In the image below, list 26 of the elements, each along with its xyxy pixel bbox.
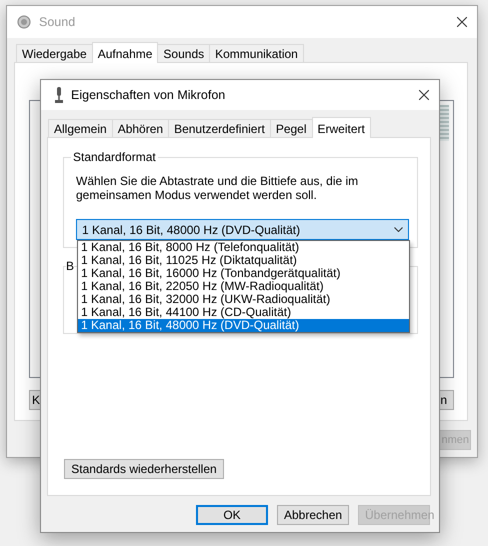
group-title: Standardformat — [71, 150, 158, 164]
button[interactable]: OK — [196, 505, 268, 525]
dropdown-option[interactable]: 1 Kanal, 16 Bit, 32000 Hz (UKW-Radioqualität) — [78, 293, 409, 306]
tab[interactable]: Erweitert — [312, 117, 371, 138]
microphone-icon — [55, 87, 63, 103]
close-icon[interactable] — [419, 90, 429, 100]
window-title: Sound — [39, 15, 76, 29]
button[interactable]: Abbrechen — [277, 505, 349, 525]
chevron-down-icon — [394, 227, 403, 232]
restore-defaults-button[interactable]: Standards wiederherstellen — [64, 459, 224, 479]
dropdown-option[interactable]: 1 Kanal, 16 Bit, 11025 Hz (Diktatqualität) — [78, 254, 409, 267]
window-title: Eigenschaften von Mikrofon — [71, 88, 226, 102]
dropdown-option[interactable]: 1 Kanal, 16 Bit, 16000 Hz (Tonbandgerätqualität) — [78, 267, 409, 280]
tab[interactable]: Allgemein — [48, 119, 113, 137]
description-text: Wählen Sie die Abtastrate und die Bittiefe aus, die im gemeinsamen Modus verwendet werden soll. — [76, 174, 360, 202]
tab[interactable]: Wiedergabe — [16, 44, 93, 62]
tab[interactable]: Pegel — [270, 119, 313, 137]
close-icon[interactable] — [457, 17, 467, 27]
dropdown-option[interactable]: 1 Kanal, 16 Bit, 44100 Hz (CD-Qualität) — [78, 306, 409, 319]
tab[interactable]: Aufnahme — [92, 42, 158, 63]
speaker-icon — [17, 15, 31, 29]
dropdown-option[interactable]: 1 Kanal, 16 Bit, 22050 Hz (MW-Radioqualität) — [78, 280, 409, 293]
tab[interactable]: Kommunikation — [209, 44, 304, 62]
dropdown-option[interactable]: 1 Kanal, 16 Bit, 8000 Hz (Telefonqualität) — [78, 241, 409, 254]
dropdown-option[interactable]: 1 Kanal, 16 Bit, 48000 Hz (DVD-Qualität) — [78, 319, 409, 332]
group-title: B — [66, 259, 74, 273]
